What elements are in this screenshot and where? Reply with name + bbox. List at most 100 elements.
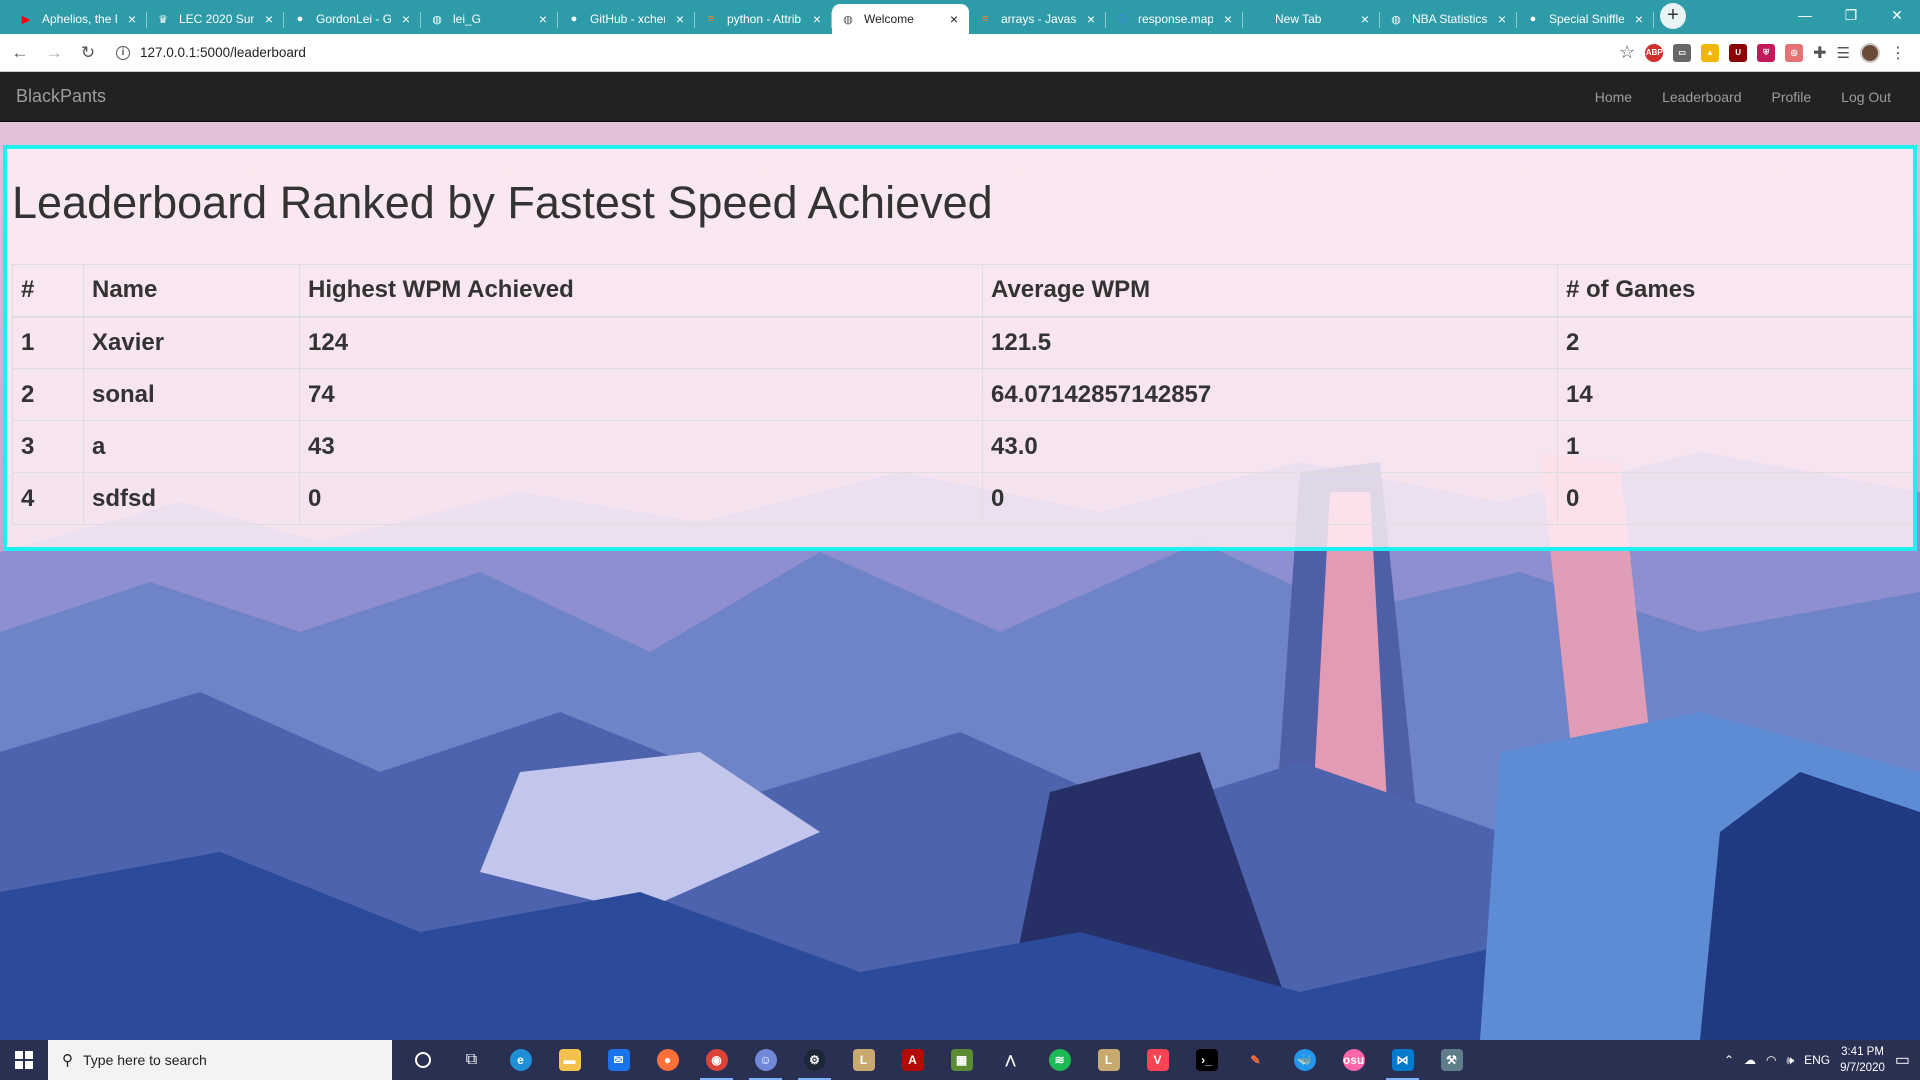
brand-link[interactable]: BlackPants [0, 86, 106, 107]
cell-games: 2 [1557, 316, 1912, 369]
minimize-icon[interactable]: — [1782, 0, 1828, 30]
tab-title: response.map [1138, 12, 1213, 26]
reload-icon[interactable]: ↻ [74, 39, 102, 67]
profile-avatar[interactable] [1860, 42, 1880, 63]
cell-highest-wpm: 124 [299, 316, 983, 369]
window-controls: — ❐ ✕ [1782, 0, 1920, 30]
browser-tab[interactable]: ◍ Welcome × [832, 4, 969, 34]
browser-tab[interactable]: ♛ LEC 2020 Sum × [147, 4, 284, 34]
nav-logout[interactable]: Log Out [1826, 89, 1906, 105]
onedrive-icon[interactable]: ☁ [1744, 1053, 1756, 1067]
browser-tab[interactable]: ◍ NBA Statistics × [1380, 4, 1517, 34]
league-icon[interactable]: L [839, 1040, 888, 1080]
cell-games: 0 [1557, 472, 1912, 525]
puzzle-icon[interactable]: ✚ [1813, 43, 1826, 63]
discord-icon[interactable]: ☺ [741, 1040, 790, 1080]
tab-title: arrays - Javasc [1001, 12, 1076, 26]
close-icon[interactable]: × [1358, 11, 1372, 27]
browser-tab[interactable]: ● Special Sniffle × [1517, 4, 1654, 34]
browser-tab[interactable]: ≡ arrays - Javasc × [969, 4, 1106, 34]
cell-rank: 2 [12, 368, 84, 421]
table-row: 3 a 43 43.0 1 [12, 420, 1912, 473]
chevron-up-icon[interactable]: ⌃ [1724, 1053, 1734, 1067]
cell-highest-wpm: 43 [299, 420, 983, 473]
cell-rank: 3 [12, 420, 84, 473]
firefox-icon[interactable]: ● [643, 1040, 692, 1080]
browser-tab[interactable]: Gresponse.map × [1106, 4, 1243, 34]
cell-average-wpm: 64.07142857142857 [982, 368, 1558, 421]
extension-icon[interactable]: ▭ [1673, 43, 1692, 62]
close-icon[interactable]: × [399, 11, 413, 27]
browser-tab[interactable]: ▶ Aphelios, the M × [10, 4, 147, 34]
browser-tab[interactable]: ≡ python - Attrib × [695, 4, 832, 34]
docker-icon[interactable]: 🐳 [1280, 1040, 1329, 1080]
mail-icon[interactable]: ✉ [594, 1040, 643, 1080]
cortana-icon[interactable] [398, 1040, 447, 1080]
nav-leaderboard[interactable]: Leaderboard [1647, 89, 1756, 105]
windows-start-icon[interactable] [0, 1040, 48, 1080]
valorant-icon[interactable]: V [1133, 1040, 1182, 1080]
chrome-icon[interactable]: ◉ [692, 1040, 741, 1080]
shield-icon[interactable]: ⛨ [1757, 43, 1776, 62]
tab-title: Special Sniffle [1549, 12, 1624, 26]
taskbar-search-box[interactable]: ⚲ Type here to search [48, 1040, 392, 1080]
browser-tab[interactable]: ● GordonLei - Gi × [284, 4, 421, 34]
minecraft-icon[interactable]: ▦ [937, 1040, 986, 1080]
nav-profile[interactable]: Profile [1756, 89, 1826, 105]
close-icon[interactable]: × [1495, 11, 1509, 27]
page-title: Leaderboard Ranked by Fastest Speed Achi… [12, 177, 993, 228]
close-window-icon[interactable]: ✕ [1874, 0, 1920, 30]
language-indicator[interactable]: ENG [1804, 1053, 1830, 1067]
extension-icon[interactable]: ◎ [1785, 43, 1804, 62]
close-icon[interactable]: × [1221, 11, 1235, 27]
new-tab-button[interactable]: + [1660, 2, 1686, 29]
pencil-icon[interactable]: ✎ [1231, 1040, 1280, 1080]
stackoverflow-icon: ≡ [707, 13, 715, 25]
adblock-icon[interactable]: ABP [1645, 43, 1664, 62]
league-client-icon[interactable]: L [1084, 1040, 1133, 1080]
extension-icon[interactable]: ▲ [1701, 43, 1720, 62]
browser-tab[interactable]: ● GitHub - xcher × [558, 4, 695, 34]
acrobat-icon[interactable]: A [888, 1040, 937, 1080]
browser-tab[interactable]: New Tab × [1243, 4, 1380, 34]
file-explorer-icon[interactable]: ▬ [545, 1040, 594, 1080]
cell-highest-wpm: 74 [299, 368, 983, 421]
close-icon[interactable]: × [1632, 11, 1646, 27]
nav-links: Home Leaderboard Profile Log Out [1580, 89, 1920, 105]
browser-tab[interactable]: ◍ lei_G × [421, 4, 558, 34]
nav-home[interactable]: Home [1580, 89, 1647, 105]
terminal-icon[interactable]: ›_ [1182, 1040, 1231, 1080]
close-icon[interactable]: × [810, 11, 824, 27]
task-view-icon[interactable]: ⧉ [447, 1040, 496, 1080]
edge-icon[interactable]: e [496, 1040, 545, 1080]
forward-icon[interactable]: → [40, 39, 68, 67]
reading-list-icon[interactable]: ☰ [1837, 44, 1850, 62]
menu-icon[interactable]: ⋮ [1890, 43, 1906, 63]
close-icon[interactable]: × [947, 11, 961, 27]
close-icon[interactable]: × [536, 11, 550, 27]
bookmark-star-icon[interactable]: ☆ [1619, 42, 1635, 63]
back-icon[interactable]: ← [6, 39, 34, 67]
ublock-icon[interactable]: U [1729, 43, 1748, 62]
osu-icon[interactable]: osu [1329, 1040, 1378, 1080]
spotify-icon[interactable]: ≋ [1035, 1040, 1084, 1080]
tool-icon[interactable]: ⚒ [1427, 1040, 1476, 1080]
cell-average-wpm: 0 [982, 472, 1558, 525]
close-icon[interactable]: × [125, 11, 139, 27]
system-tray: ⌃ ☁ ◠ 🕪 ENG 3:41 PM 9/7/2020 ▭ [1724, 1040, 1920, 1080]
vscode-icon[interactable]: ⋈ [1378, 1040, 1427, 1080]
close-icon[interactable]: × [1084, 11, 1098, 27]
url-field[interactable]: i 127.0.0.1:5000/leaderboard [116, 39, 1619, 67]
close-icon[interactable]: × [262, 11, 276, 27]
tab-title: GordonLei - Gi [316, 12, 391, 26]
riot-icon[interactable]: ⋀ [986, 1040, 1035, 1080]
restore-icon[interactable]: ❐ [1828, 0, 1874, 30]
volume-icon[interactable]: 🕪 [1787, 1053, 1795, 1068]
steam-icon[interactable]: ⚙ [790, 1040, 839, 1080]
windows-taskbar: ⚲ Type here to search ⧉ e ▬ ✉ ● ◉ ☺ ⚙ L … [0, 1040, 1920, 1080]
site-info-icon[interactable]: i [116, 45, 130, 60]
wifi-icon[interactable]: ◠ [1766, 1053, 1776, 1067]
clock[interactable]: 3:41 PM 9/7/2020 [1840, 1044, 1885, 1076]
notification-icon[interactable]: ▭ [1895, 1050, 1910, 1070]
close-icon[interactable]: × [673, 11, 687, 27]
